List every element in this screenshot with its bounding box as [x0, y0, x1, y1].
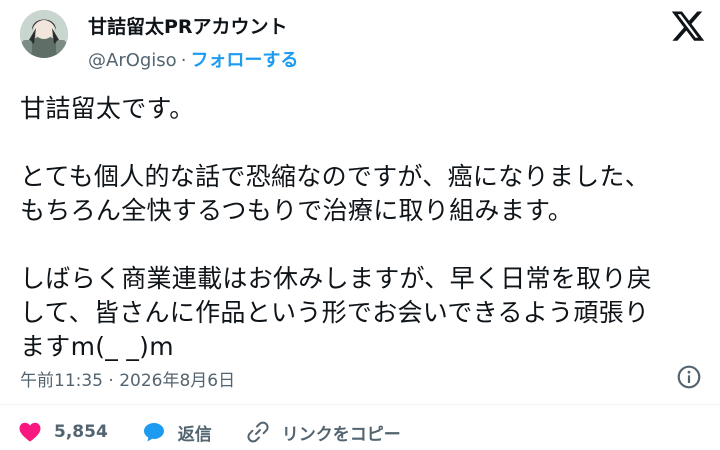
tweet-timestamp[interactable]: 午前11:35 · 2026年8月6日: [20, 366, 235, 391]
divider: [0, 404, 720, 405]
link-icon: [247, 421, 269, 443]
info-icon[interactable]: [676, 364, 702, 390]
reply-button[interactable]: 返信: [142, 420, 212, 445]
reply-label: 返信: [177, 424, 212, 445]
tweet-text: 甘詰留太です。 とても個人的な話で恐縮なのですが、癌になりました、 もちろん全快…: [20, 94, 653, 361]
account-line: @ArOgiso · フォローする: [88, 46, 298, 72]
x-logo-icon[interactable]: [670, 8, 706, 44]
copy-link-button[interactable]: リンクをコピー: [246, 420, 401, 445]
like-button[interactable]: 5,854: [18, 420, 108, 444]
like-count: 5,854: [54, 422, 108, 442]
avatar-illustration: [20, 10, 68, 58]
reply-bubble-icon: [143, 423, 164, 442]
copy-link-label: リンクをコピー: [281, 424, 401, 445]
handle[interactable]: @ArOgiso: [88, 50, 177, 71]
action-bar: 5,854 返信 リンクをコピー: [18, 418, 435, 446]
avatar[interactable]: [20, 10, 68, 58]
display-name[interactable]: 甘詰留太PRアカウント: [88, 12, 288, 39]
separator-dot: ·: [180, 50, 187, 71]
follow-button[interactable]: フォローする: [190, 50, 298, 71]
heart-icon: [19, 422, 41, 442]
